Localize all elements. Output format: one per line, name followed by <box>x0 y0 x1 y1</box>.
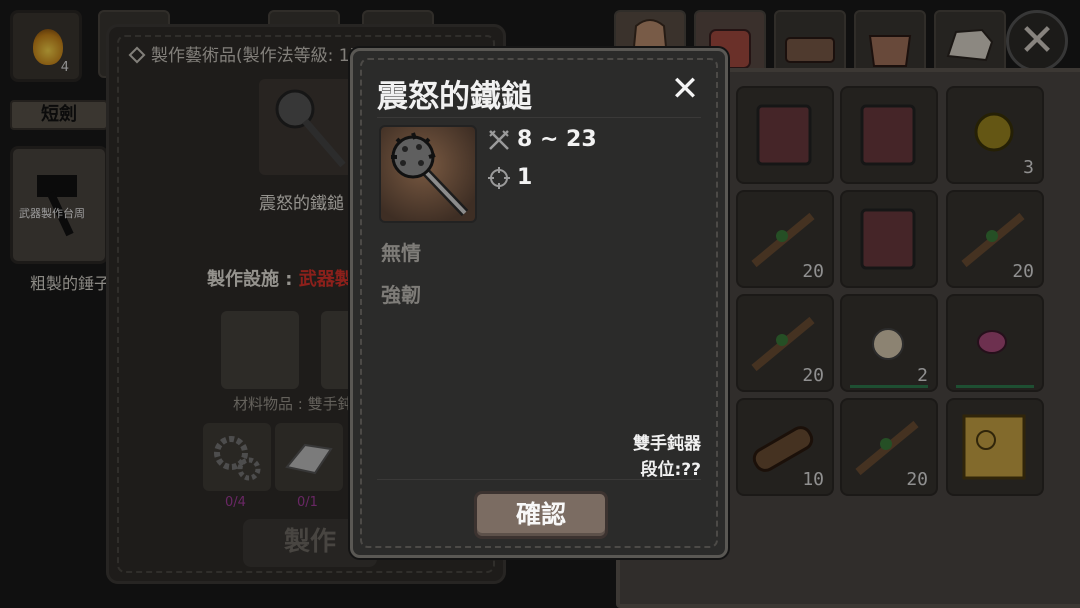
range-stat: 1 <box>487 165 532 190</box>
title-divider <box>377 117 701 118</box>
crossed-swords-icon <box>489 130 509 150</box>
crosshair-icon <box>488 167 510 189</box>
spiked-mace-icon <box>391 132 469 217</box>
item-title: 震怒的鐵鎚 <box>377 79 532 115</box>
item-icon-box <box>379 125 477 223</box>
weapon-rank: 段位:?? <box>640 460 701 480</box>
close-dialog-button[interactable]: ✕ <box>667 71 703 107</box>
damage-stat: 8 ~ 23 <box>487 127 597 152</box>
item-detail-dialog: 震怒的鐵鎚 ✕ 8 ~ 23 1 無情 強韌 雙手鈍器 段位:?? 確認 <box>350 48 728 558</box>
trait-tough: 強韌 <box>381 283 421 307</box>
bottom-divider <box>377 479 701 480</box>
close-icon: ✕ <box>670 69 700 109</box>
confirm-button[interactable]: 確認 <box>474 491 608 539</box>
weapon-type: 雙手鈍器 <box>633 434 701 454</box>
trait-ruthless: 無情 <box>381 241 421 265</box>
